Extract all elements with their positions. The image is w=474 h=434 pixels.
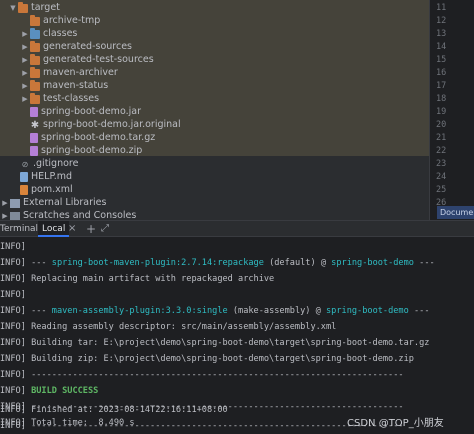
markdown-file-icon [20,172,28,183]
documentation-tab[interactable]: Documen [437,206,474,219]
tree-item-external-libraries[interactable]: ▶ External Libraries [0,197,106,210]
folder-icon [30,92,40,104]
line-number: 24 [436,172,447,182]
maven-file-icon [20,185,28,196]
jar-file-icon [30,107,38,118]
chevron-right-icon[interactable]: ▶ [20,93,30,106]
terminal-line: INFO] --- spring-boot-maven-plugin:2.7.1… [0,258,435,268]
folder-icon [30,27,40,39]
chevron-right-icon[interactable]: ▶ [20,54,30,67]
tree-item-jar-original[interactable]: ✱ spring-boot-demo.jar.original [30,119,181,132]
folder-icon [30,53,40,65]
folder-icon [30,14,40,26]
line-number: 25 [436,185,447,195]
terminal-line: INFO] ----------------------------------… [0,421,404,431]
close-icon[interactable]: × [68,221,76,237]
tree-item-archive-tmp[interactable]: archive-tmp [20,14,100,28]
terminal-line: INFO] Replacing main artifact with repac… [0,274,275,284]
expand-icon[interactable]: ⤢ [101,221,109,237]
terminal-line: INFO] Finished at: 2023-08-14T22:16:11+0… [0,405,228,415]
chevron-right-icon[interactable]: ▶ [20,28,30,41]
editor-gutter: 11 12 13 14 15 16 17 18 19 20 21 22 23 2… [429,0,474,220]
terminal-line: INFO] --- maven-assembly-plugin:3.3.0:si… [0,306,430,316]
terminal-line: INFO] [0,290,26,300]
tree-item-generated-test-sources[interactable]: ▶ generated-test-sources [20,53,154,67]
terminal-line: INFO] Building zip: E:\project\demo\spri… [0,354,414,364]
project-tree: ▼ target archive-tmp ▶ classes ▶ generat… [0,0,429,220]
library-icon [10,198,20,208]
chevron-down-icon[interactable]: ▼ [8,2,18,15]
tree-item-help-md[interactable]: HELP.md [20,171,72,184]
folder-icon [30,40,40,52]
tree-item-maven-archiver[interactable]: ▶ maven-archiver [20,66,118,80]
tree-item-tar-gz[interactable]: spring-boot-demo.tar.gz [30,132,155,145]
line-number: 18 [436,94,447,104]
tree-item-zip[interactable]: spring-boot-demo.zip [30,145,142,158]
chevron-right-icon[interactable]: ▶ [20,80,30,93]
tree-item-maven-status[interactable]: ▶ maven-status [20,79,108,93]
archive-file-icon [30,146,38,157]
git-file-icon: ⊘ [21,159,29,169]
tree-item-target[interactable]: ▼ target [8,1,60,15]
tree-item-jar[interactable]: spring-boot-demo.jar [30,106,141,119]
watermark: CSDN @TOP_小朋友 [347,418,444,429]
line-number: 19 [436,107,447,117]
folder-icon [18,1,28,13]
folder-icon [30,66,40,78]
terminal-line: INFO] Reading assembly descriptor: src/m… [0,322,337,332]
tab-local[interactable]: Local [38,221,70,237]
chevron-right-icon[interactable]: ▶ [0,210,10,220]
terminal-line: INFO] ----------------------------------… [0,370,404,380]
chevron-right-icon[interactable]: ▶ [20,67,30,80]
line-number: 14 [436,42,447,52]
terminal-line: INFO] Building tar: E:\project\demo\spri… [0,338,430,348]
folder-icon [30,79,40,91]
terminal-line: INFO] BUILD SUCCESS [0,386,99,396]
tree-item-generated-sources[interactable]: ▶ generated-sources [20,40,132,54]
line-number: 17 [436,81,447,91]
archive-file-icon [30,133,38,144]
terminal-line: INFO] [0,242,26,252]
line-number: 12 [436,16,447,26]
line-number: 15 [436,55,447,65]
line-number: 20 [436,120,447,130]
tree-item-gitignore[interactable]: ⊘ .gitignore [20,158,79,171]
tree-item-classes[interactable]: ▶ classes [20,27,77,41]
asterisk-file-icon: ✱ [30,119,40,131]
line-number: 23 [436,159,447,169]
scratches-icon [10,211,20,220]
line-number: 21 [436,133,447,143]
terminal-tab-bar: Terminal: Local × + ⤢ [0,220,474,237]
line-number: 16 [436,68,447,78]
tree-item-pom-xml[interactable]: pom.xml [20,184,73,197]
tree-item-scratches[interactable]: ▶ Scratches and Consoles [0,210,136,220]
line-number: 13 [436,29,447,39]
line-number: 22 [436,146,447,156]
terminal-title: Terminal: [0,224,42,234]
chevron-right-icon[interactable]: ▶ [20,41,30,54]
add-tab-icon[interactable]: + [86,221,96,237]
chevron-right-icon[interactable]: ▶ [0,197,10,210]
tree-item-test-classes[interactable]: ▶ test-classes [20,92,99,106]
build-success-text: BUILD SUCCESS [31,386,99,396]
line-number: 11 [436,3,447,13]
